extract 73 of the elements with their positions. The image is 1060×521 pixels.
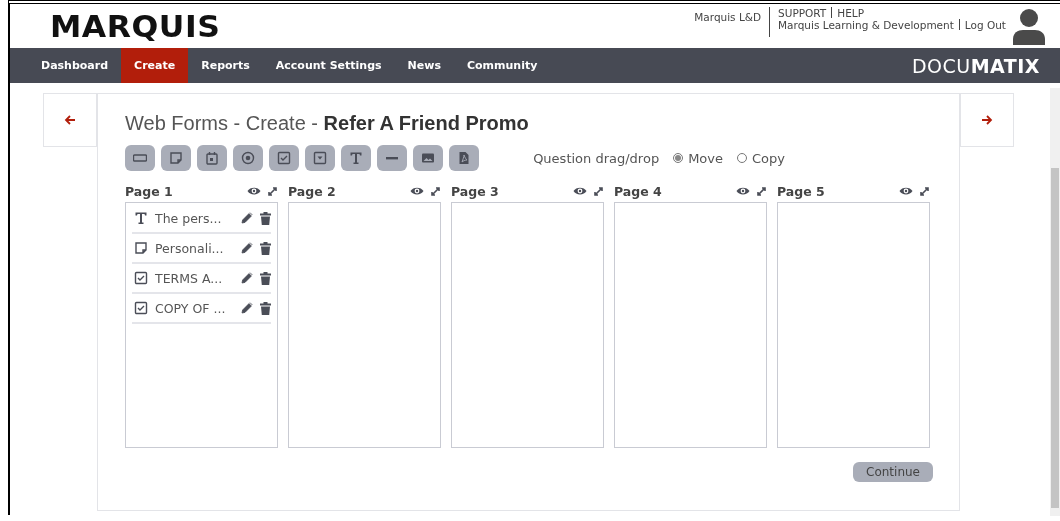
pencil-icon[interactable] <box>241 302 253 314</box>
left-arrow-icon <box>64 114 76 126</box>
expand-icon[interactable] <box>430 185 441 197</box>
pdf-icon <box>457 151 471 165</box>
checkbox-icon <box>134 271 148 285</box>
page-title: Page 2 <box>288 183 336 199</box>
page-drop-area[interactable]: The pers... Personali... TERMS A... COPY OF ... <box>125 202 278 448</box>
add-field-button[interactable] <box>413 145 443 171</box>
eye-icon[interactable] <box>410 186 424 196</box>
question-label[interactable]: The pers... <box>155 210 234 226</box>
add-field-button[interactable] <box>125 145 155 171</box>
add-field-button[interactable] <box>377 145 407 171</box>
account-name: Marquis L&D <box>694 7 771 37</box>
checkbox-icon <box>277 151 291 165</box>
textbox-icon <box>133 151 147 165</box>
nav-tab[interactable]: Reports <box>188 48 263 83</box>
eye-icon[interactable] <box>736 186 750 196</box>
nav-tab[interactable]: Account Settings <box>262 48 395 83</box>
help-link[interactable]: HELP <box>837 7 864 19</box>
pencil-icon[interactable] <box>241 242 253 254</box>
nav-tab[interactable]: Community <box>454 48 551 83</box>
text-icon <box>134 211 148 225</box>
dropdown-icon <box>313 151 327 165</box>
pencil-icon[interactable] <box>241 272 253 284</box>
add-field-button[interactable] <box>341 145 371 171</box>
radio-icon <box>241 151 255 165</box>
drag-drop-label: Question drag/drop <box>533 150 660 166</box>
trash-icon[interactable] <box>260 271 271 285</box>
image-icon <box>421 151 435 165</box>
eye-icon[interactable] <box>247 186 261 196</box>
logo: MARQUIS <box>50 8 221 44</box>
page-title: Page 4 <box>614 183 662 199</box>
user-avatar-icon[interactable] <box>1010 7 1048 45</box>
eye-icon[interactable] <box>573 186 587 196</box>
continue-button[interactable]: Continue <box>853 462 933 482</box>
question-label[interactable]: TERMS A... <box>155 270 234 286</box>
note-icon <box>134 241 148 255</box>
eye-icon[interactable] <box>899 186 913 196</box>
text-icon <box>349 151 363 165</box>
question-label[interactable]: COPY OF ... <box>155 300 234 316</box>
scrollbar[interactable] <box>1050 88 1060 516</box>
radio-label[interactable]: Copy <box>752 150 785 166</box>
logout-link[interactable]: Log Out <box>964 19 1006 31</box>
date-icon <box>205 151 219 165</box>
add-field-button[interactable] <box>233 145 263 171</box>
brand-logo: DOCUMATIX <box>911 53 1040 79</box>
nav-tab[interactable]: Create <box>121 48 189 83</box>
add-field-button[interactable] <box>161 145 191 171</box>
page-title: Page 5 <box>777 183 825 199</box>
right-arrow-icon <box>981 114 993 126</box>
add-field-button[interactable] <box>305 145 335 171</box>
organization-name: Marquis Learning & Development <box>778 19 954 31</box>
add-field-button[interactable] <box>449 145 479 171</box>
support-link[interactable]: SUPPORT <box>778 7 827 19</box>
trash-icon[interactable] <box>260 301 271 315</box>
note-icon <box>169 151 183 165</box>
page-title: Web Forms - Create - Refer A Friend Promo <box>125 112 530 135</box>
page-title: Page 3 <box>451 183 499 199</box>
expand-icon[interactable] <box>756 185 767 197</box>
checkbox-icon <box>134 301 148 315</box>
expand-icon[interactable] <box>267 185 278 197</box>
add-field-button[interactable] <box>269 145 299 171</box>
page-title: Page 1 <box>125 183 173 199</box>
add-field-button[interactable] <box>197 145 227 171</box>
expand-icon[interactable] <box>593 185 604 197</box>
trash-icon[interactable] <box>260 241 271 255</box>
pencil-icon[interactable] <box>241 212 253 224</box>
radio-label[interactable]: Move <box>688 150 723 166</box>
question-label[interactable]: Personali... <box>155 240 234 256</box>
trash-icon[interactable] <box>260 211 271 225</box>
nav-tab[interactable]: Dashboard <box>28 48 122 83</box>
expand-icon[interactable] <box>919 185 930 197</box>
nav-tab[interactable]: News <box>394 48 454 83</box>
